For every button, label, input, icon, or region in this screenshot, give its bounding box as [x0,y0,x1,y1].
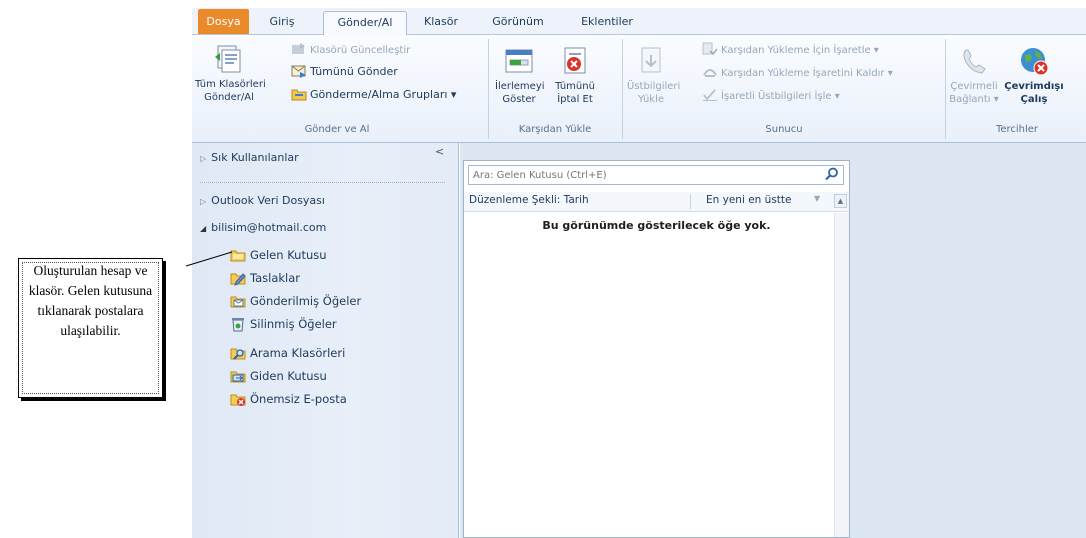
annotation-callout: Oluşturulan hesap ve klasör. Gelen kutus… [18,258,163,398]
callout-text: Oluşturulan hesap ve klasör. Gelen kutus… [28,263,153,338]
